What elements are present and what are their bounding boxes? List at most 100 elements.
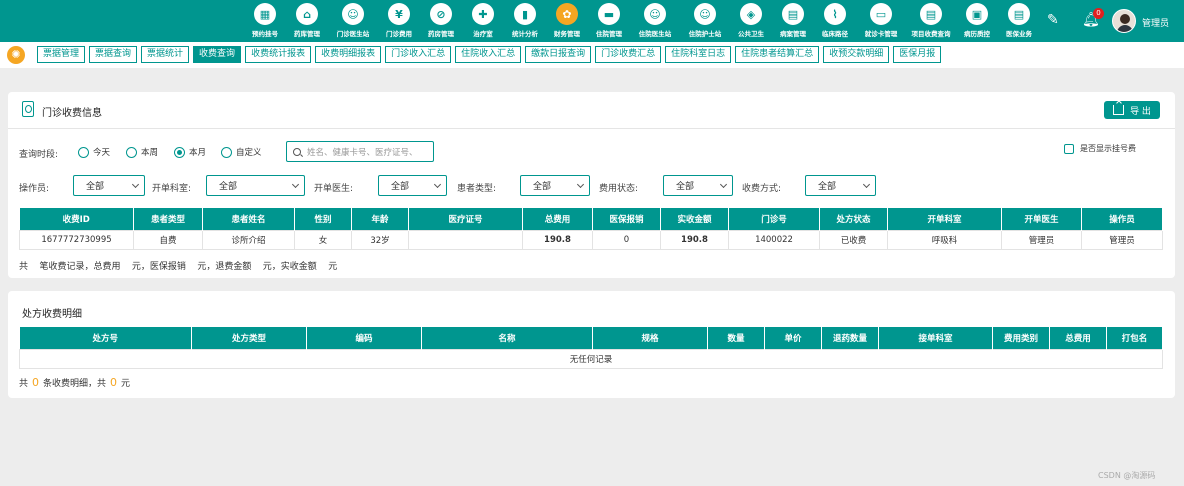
case-record-icon: ▤: [782, 3, 804, 25]
filter-select[interactable]: 全部: [73, 175, 145, 196]
fee-summary: 共 笔收费记录，总费用 元，医保报销 元，退费金额 元，实收金额 元: [19, 262, 338, 272]
column-header[interactable]: 数量: [707, 327, 765, 349]
time-range-radio[interactable]: 本月: [174, 146, 206, 158]
column-header[interactable]: 规格: [592, 327, 708, 349]
summary-mid: 条收费明细，共: [43, 379, 107, 389]
column-header[interactable]: 医保报销: [592, 208, 661, 230]
search-input[interactable]: 姓名、健康卡号、医疗证号、: [286, 141, 434, 162]
column-header[interactable]: 处方状态: [819, 208, 888, 230]
column-header[interactable]: 年龄: [351, 208, 409, 230]
nav-item[interactable]: ☺ 住院医生站: [630, 3, 680, 41]
filter-select[interactable]: 全部: [663, 175, 733, 196]
radio-label: 今天: [93, 148, 111, 158]
radio-label: 本周: [141, 148, 159, 158]
column-header[interactable]: 接单科室: [878, 327, 993, 349]
column-header[interactable]: 医疗证号: [408, 208, 523, 230]
nav-item[interactable]: ✚ 治疗室: [462, 3, 504, 41]
column-header[interactable]: 处方类型: [191, 327, 307, 349]
radio-circle[interactable]: [174, 146, 185, 158]
nav-item[interactable]: ▮ 统计分析: [504, 3, 546, 41]
table-header-row: 处方号 处方类型 编码 名称 规格 数量 单价 退药数量 接单科室 费用类别 总费用 打包名: [19, 327, 1163, 349]
document-search-icon: ▤: [920, 3, 942, 25]
time-range-radio[interactable]: 自定义: [221, 146, 262, 158]
export-button[interactable]: 导 出: [1104, 101, 1160, 119]
fee-table: 收费ID 患者类型 患者姓名 性别 年龄 医疗证号 总费用 医保报销 实收金额 门诊号 处方状态 开单…: [19, 208, 1163, 250]
nav-item[interactable]: ☺ 门诊医生站: [328, 3, 378, 41]
table-row[interactable]: 1677772730995 自费 诊所介绍女 32岁 190.8 0 190.8 140002…: [19, 229, 1163, 250]
time-range-radio[interactable]: 本周: [126, 146, 158, 158]
column-header[interactable]: 患者类型: [133, 208, 203, 230]
nav-item[interactable]: ¥ 门诊费用: [378, 3, 420, 41]
nav-label: 门诊费用: [386, 30, 412, 38]
filter-select[interactable]: 全部: [378, 175, 447, 196]
radio-label: 本月: [189, 148, 207, 158]
tab[interactable]: 收费统计报表: [245, 46, 312, 63]
nav-item[interactable]: ▤ 医保业务: [998, 3, 1040, 41]
column-header[interactable]: 名称: [421, 327, 593, 349]
column-header[interactable]: 处方号: [19, 327, 192, 349]
filter-select[interactable]: 全部: [520, 175, 590, 196]
column-header[interactable]: 总费用: [1049, 327, 1107, 349]
pill-icon: ⊘: [430, 3, 452, 25]
tab[interactable]: 收预交款明细: [823, 46, 890, 63]
edit-pen-icon[interactable]: ✎: [1047, 12, 1059, 28]
nav-label: 住院管理: [596, 30, 622, 38]
nav-item[interactable]: ✿ 财务管理: [546, 3, 588, 41]
column-header[interactable]: 总费用: [522, 208, 593, 230]
nav-item[interactable]: ⌇ 临床路径: [814, 3, 856, 41]
avatar[interactable]: [1112, 9, 1136, 33]
column-header[interactable]: 编码: [306, 327, 422, 349]
tab[interactable]: 票据统计: [141, 46, 190, 63]
nav-label: 财务管理: [554, 30, 580, 38]
column-header[interactable]: 开单医生: [1001, 208, 1082, 230]
column-header[interactable]: 门诊号: [728, 208, 820, 230]
column-header[interactable]: 患者姓名: [202, 208, 295, 230]
column-header[interactable]: 操作员: [1081, 208, 1163, 230]
column-header[interactable]: 打包名: [1106, 327, 1163, 349]
select-value: 全部: [86, 182, 105, 192]
tab[interactable]: 票据管理: [37, 46, 86, 63]
filter-select[interactable]: 全部: [805, 175, 876, 196]
column-header[interactable]: 退药数量: [821, 327, 879, 349]
nav-item[interactable]: ◈ 公共卫生: [730, 3, 772, 41]
user-name[interactable]: 管理员: [1142, 16, 1169, 29]
nav-item[interactable]: ▣ 病历质控: [956, 3, 998, 41]
tab[interactable]: 住院患者结算汇总: [735, 46, 820, 63]
column-header[interactable]: 收费ID: [19, 208, 134, 230]
table-cell: [408, 229, 523, 250]
time-range-radio[interactable]: 今天: [78, 146, 110, 158]
tab[interactable]: 门诊收入汇总: [385, 46, 452, 63]
column-header[interactable]: 实收金额: [660, 208, 729, 230]
tab[interactable]: 收费明细报表: [315, 46, 382, 63]
tab[interactable]: 门诊收费汇总: [595, 46, 662, 63]
nav-item[interactable]: ▤ 病案管理: [772, 3, 814, 41]
column-header[interactable]: 开单科室: [887, 208, 1002, 230]
tab[interactable]: 医保月报: [893, 46, 942, 63]
radio-circle[interactable]: [126, 146, 137, 158]
nav-item[interactable]: ▬ 住院管理: [588, 3, 630, 41]
settings-sun-icon[interactable]: ✺: [7, 46, 25, 64]
tab[interactable]: 票据查询: [89, 46, 138, 63]
nav-item[interactable]: ▭ 就诊卡管理: [856, 3, 906, 41]
column-header[interactable]: 单价: [764, 327, 822, 349]
column-header[interactable]: 性别: [294, 208, 352, 230]
calendar-icon: ▦: [254, 3, 276, 25]
nav-item[interactable]: ⌂ 药库管理: [286, 3, 328, 41]
nav-item[interactable]: ☺ 住院护士站: [680, 3, 730, 41]
checkbox-box[interactable]: [1064, 143, 1074, 154]
radio-circle[interactable]: [78, 146, 89, 158]
doctor-icon: ☺: [644, 3, 666, 25]
nav-item[interactable]: ⊘ 药房管理: [420, 3, 462, 41]
nav-item[interactable]: ▦ 预约挂号: [244, 3, 286, 41]
nav-item[interactable]: ▤ 项目收费查询: [906, 3, 956, 41]
select-value: 全部: [533, 182, 552, 192]
filter-select[interactable]: 全部: [206, 175, 305, 196]
tab[interactable]: 收费查询: [193, 46, 242, 63]
radio-circle[interactable]: [221, 146, 232, 158]
tab[interactable]: 缴款日报查询: [525, 46, 592, 63]
tab[interactable]: 住院科室日志: [665, 46, 732, 63]
show-register-fee-checkbox[interactable]: 是否显示挂号费: [1064, 143, 1136, 154]
top-navigation-bar: ▦ 预约挂号 ⌂ 药库管理 ☺ 门诊医生站 ¥ 门诊费用 ⊘ 药房管理 ✚ 治疗室 ▮ 统计分析 ✿ 财务管理…: [0, 0, 1184, 42]
tab[interactable]: 住院收入汇总: [455, 46, 522, 63]
column-header[interactable]: 费用类别: [992, 327, 1050, 349]
